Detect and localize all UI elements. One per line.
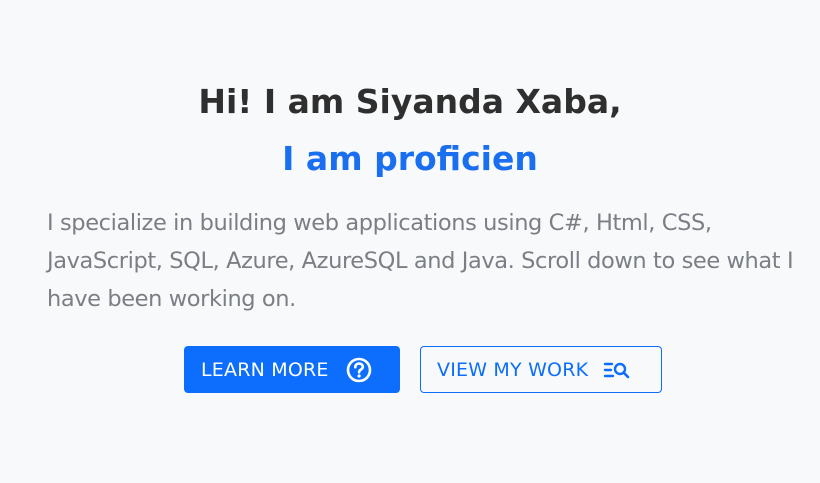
learn-more-label: LEARN MORE: [201, 358, 329, 381]
view-my-work-label: VIEW MY WORK: [437, 358, 589, 381]
search-list-icon: [603, 359, 631, 381]
learn-more-button[interactable]: LEARN MORE: [184, 346, 400, 393]
view-my-work-button[interactable]: VIEW MY WORK: [420, 346, 662, 393]
question-circle-icon: [346, 357, 372, 383]
hero-heading: Hi! I am Siyanda Xaba,: [198, 82, 622, 121]
hero-typed-text: I am proficien: [282, 139, 538, 178]
hero-section: Hi! I am Siyanda Xaba, I am proficien I …: [0, 0, 820, 483]
hero-description: I specialize in building web application…: [47, 210, 794, 312]
